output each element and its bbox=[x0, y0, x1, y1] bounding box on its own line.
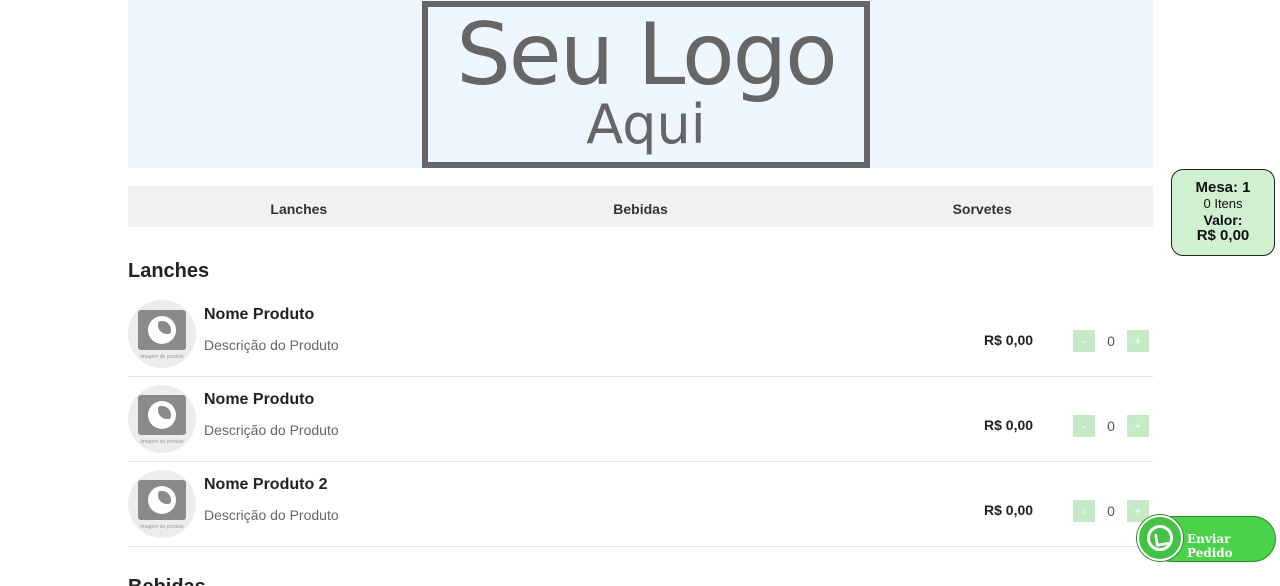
product-image-caption: Imagem do produto bbox=[140, 439, 184, 445]
decrease-button[interactable]: - bbox=[1073, 415, 1095, 437]
section-title-lanches: Lanches bbox=[128, 260, 210, 282]
product-name: Nome Produto bbox=[204, 391, 315, 408]
tab-bebidas[interactable]: Bebidas bbox=[470, 186, 812, 227]
phone-icon bbox=[1147, 525, 1173, 551]
logo-text-line1: Seu Logo bbox=[456, 5, 838, 105]
product-row: Imagem do produto Nome Produto Descrição… bbox=[128, 377, 1153, 462]
quantity-value: 0 bbox=[1107, 333, 1115, 349]
tab-sorvetes[interactable]: Sorvetes bbox=[811, 186, 1153, 227]
product-image-caption: Imagem do produto bbox=[140, 354, 184, 360]
product-price: R$ 0,00 bbox=[984, 502, 1034, 518]
quantity-stepper: - 0 + bbox=[1073, 414, 1149, 438]
product-image: Imagem do produto bbox=[128, 385, 196, 453]
cart-total-label: Valor: bbox=[1203, 212, 1243, 228]
increase-button[interactable]: + bbox=[1127, 330, 1149, 352]
logo-text-line2: Aqui bbox=[586, 93, 706, 156]
product-name: Nome Produto 2 bbox=[204, 476, 328, 493]
cart-item-count: 0 Itens bbox=[1203, 196, 1243, 211]
product-price: R$ 0,00 bbox=[984, 332, 1034, 348]
whatsapp-icon bbox=[1137, 515, 1183, 561]
product-row: Imagem do produto Nome Produto Descrição… bbox=[128, 292, 1153, 377]
quantity-stepper: - 0 + bbox=[1073, 329, 1149, 353]
product-description: Descrição do Produto bbox=[204, 507, 339, 523]
product-image: Imagem do produto bbox=[128, 300, 196, 368]
tab-lanches[interactable]: Lanches bbox=[128, 186, 470, 227]
product-price: R$ 0,00 bbox=[984, 417, 1034, 433]
category-nav: Lanches Bebidas Sorvetes bbox=[128, 186, 1153, 227]
logo: Seu Logo Aqui bbox=[422, 1, 870, 168]
camera-icon bbox=[138, 480, 186, 520]
camera-icon bbox=[138, 395, 186, 435]
product-description: Descrição do Produto bbox=[204, 422, 339, 438]
increase-button[interactable]: + bbox=[1127, 415, 1149, 437]
cart-total: R$ 0,00 bbox=[1196, 227, 1250, 244]
decrease-button[interactable]: - bbox=[1073, 330, 1095, 352]
product-description: Descrição do Produto bbox=[204, 337, 339, 353]
decrease-button[interactable]: - bbox=[1073, 500, 1095, 522]
cart-summary[interactable]: Mesa: 1 0 Itens Valor: R$ 0,00 bbox=[1171, 169, 1275, 256]
product-image-caption: Imagem do produto bbox=[140, 524, 184, 530]
send-order-button[interactable]: Enviar Pedido bbox=[1137, 515, 1277, 563]
quantity-value: 0 bbox=[1107, 418, 1115, 434]
send-order-label: Enviar Pedido bbox=[1187, 532, 1233, 560]
camera-icon bbox=[138, 310, 186, 350]
product-name: Nome Produto bbox=[204, 306, 315, 323]
product-image: Imagem do produto bbox=[128, 470, 196, 538]
table-number: Mesa: 1 bbox=[1195, 179, 1251, 196]
quantity-value: 0 bbox=[1107, 503, 1115, 519]
product-row: Imagem do produto Nome Produto 2 Descriç… bbox=[128, 462, 1153, 547]
section-title-bebidas: Bebidas bbox=[128, 576, 206, 586]
header-banner: Seu Logo Aqui bbox=[128, 0, 1153, 168]
